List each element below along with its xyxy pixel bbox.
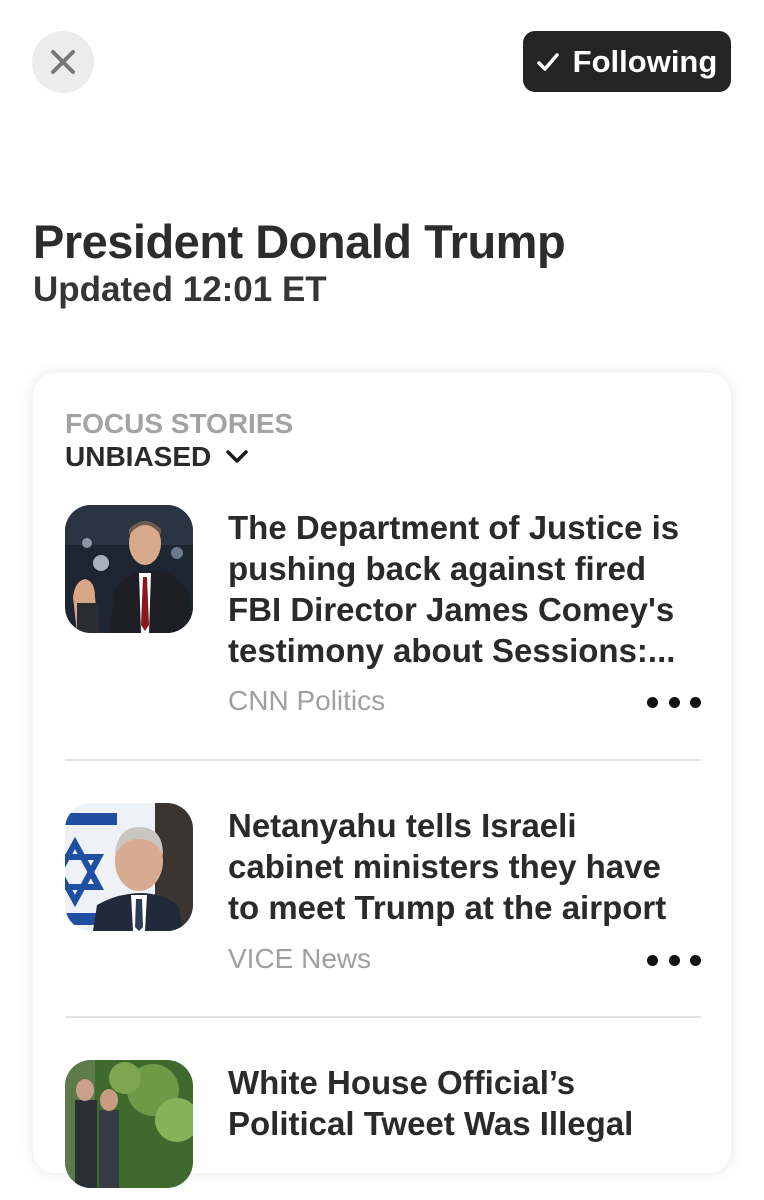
more-icon-dot	[690, 954, 701, 966]
close-icon	[51, 50, 75, 74]
more-options-button[interactable]	[647, 948, 701, 972]
story-thumbnail	[65, 1060, 193, 1188]
section-label: FOCUS STORIES	[65, 408, 294, 439]
filter-label: UNBIASED	[65, 441, 212, 472]
story-thumbnail-image	[65, 1060, 193, 1188]
story-item[interactable]: Netanyahu tells Israeli cabinet minister…	[65, 803, 701, 983]
more-icon-dot	[668, 954, 680, 966]
story-source: CNN Politics	[228, 685, 386, 716]
story-thumbnail-image	[65, 803, 193, 931]
more-options-button[interactable]	[647, 690, 701, 714]
story-thumbnail-image	[65, 505, 193, 633]
story-headline: White House Official’s Political Tweet W…	[228, 1064, 634, 1142]
more-icon-dot	[668, 696, 680, 708]
more-icon-dot	[690, 696, 701, 708]
more-icon-dot	[647, 954, 658, 966]
story-item[interactable]: The Department of Justice is pushing bac…	[65, 505, 701, 725]
bias-filter-dropdown[interactable]: UNBIASED	[65, 441, 249, 473]
checkmark-icon	[536, 52, 559, 71]
divider	[65, 1016, 701, 1018]
following-label: Following	[572, 43, 718, 79]
story-headline: The Department of Justice is pushing bac…	[228, 509, 680, 669]
story-thumbnail	[65, 505, 193, 633]
story-item[interactable]: White House Official’s Political Tweet W…	[65, 1060, 701, 1200]
following-button[interactable]: Following	[523, 31, 731, 92]
story-source: VICE News	[228, 943, 372, 974]
chevron-down-icon	[226, 450, 248, 463]
story-headline: Netanyahu tells Israeli cabinet minister…	[228, 807, 667, 926]
updated-time: Updated 12:01 ET	[33, 270, 327, 309]
divider	[65, 759, 701, 761]
focus-stories-card: FOCUS STORIES UNBIASED The Department of…	[33, 373, 731, 1188]
more-icon-dot	[647, 696, 658, 708]
story-thumbnail	[65, 803, 193, 931]
page-title: President Donald Trump	[33, 215, 566, 268]
close-button[interactable]	[32, 31, 94, 93]
